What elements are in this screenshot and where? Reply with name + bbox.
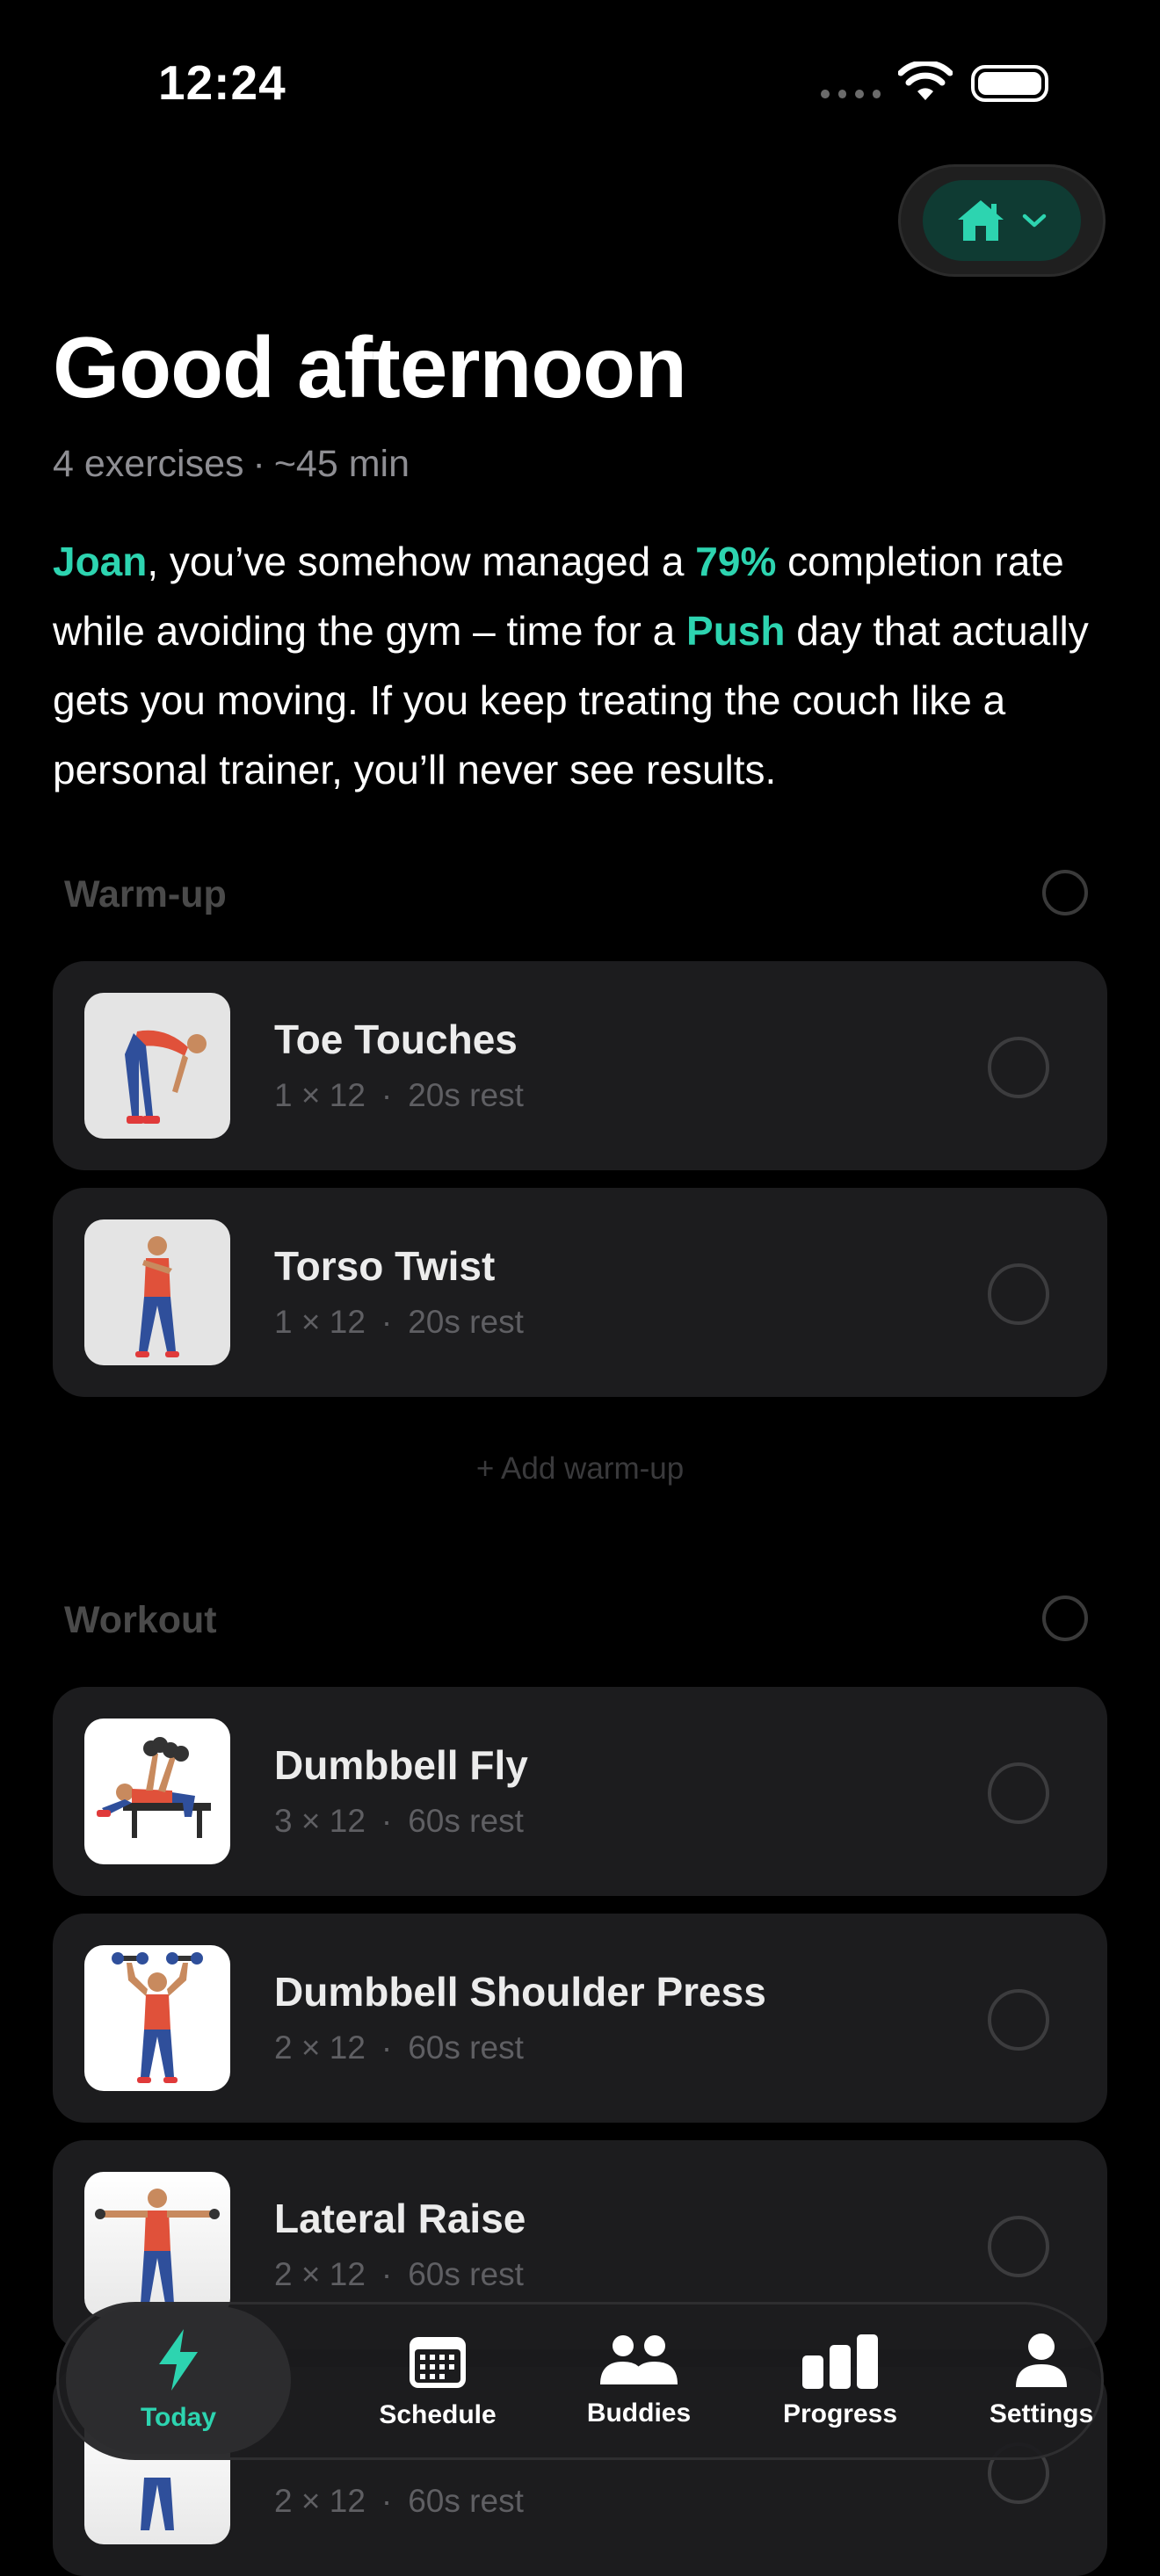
tab-label: Settings bbox=[989, 2399, 1094, 2428]
chevron-down-icon bbox=[1022, 213, 1047, 228]
exercise-name: Lateral Raise bbox=[274, 2196, 526, 2241]
exercise-card-dumbbell-shoulder-press[interactable]: Dumbbell Shoulder Press 2 × 12 · 60s rest bbox=[53, 1914, 1107, 2123]
people-icon bbox=[600, 2335, 678, 2384]
tab-label: Buddies bbox=[586, 2399, 692, 2428]
exercise-thumbnail bbox=[84, 1945, 230, 2091]
workout-complete-toggle[interactable] bbox=[1042, 1596, 1088, 1641]
tab-buddies[interactable]: Buddies bbox=[538, 2305, 740, 2457]
warmup-section-title: Warm-up bbox=[64, 873, 227, 915]
workout-section-title: Workout bbox=[64, 1599, 217, 1641]
detail-separator: · bbox=[381, 1803, 393, 1839]
exercise-rest: 60s rest bbox=[408, 1803, 524, 1839]
completion-rate: 79% bbox=[695, 539, 777, 584]
person-icon bbox=[1016, 2334, 1067, 2387]
signal-icon bbox=[821, 90, 881, 102]
user-name: Joan bbox=[53, 539, 148, 584]
exercise-sets: 2 × 12 bbox=[274, 2256, 366, 2292]
bar-chart-icon bbox=[802, 2334, 878, 2389]
detail-separator: · bbox=[381, 1077, 393, 1113]
tab-label: Today bbox=[140, 2403, 217, 2432]
tab-label: Schedule bbox=[379, 2400, 497, 2429]
exercise-name: Torso Twist bbox=[274, 1243, 496, 1289]
exercise-complete-checkbox[interactable] bbox=[988, 1037, 1049, 1098]
exercise-complete-checkbox[interactable] bbox=[988, 2216, 1049, 2277]
location-switcher-button[interactable] bbox=[898, 164, 1106, 277]
exercise-complete-checkbox[interactable] bbox=[988, 1762, 1049, 1824]
exercise-complete-checkbox[interactable] bbox=[988, 1989, 1049, 2051]
dumbbell-fly-illustration bbox=[97, 1737, 211, 1838]
exercise-name: Toe Touches bbox=[274, 1017, 518, 1062]
detail-separator: · bbox=[381, 2256, 393, 2292]
tab-label: Progress bbox=[782, 2399, 898, 2428]
summary-separator: · bbox=[252, 443, 265, 485]
exercise-count: 4 exercises bbox=[53, 443, 244, 485]
exercise-thumbnail bbox=[84, 1219, 230, 1365]
detail-separator: · bbox=[381, 2030, 393, 2066]
workout-summary: 4 exercises · ~45 min bbox=[53, 443, 410, 486]
toe-touches-illustration bbox=[125, 1030, 207, 1124]
tab-bar: Today Schedule Buddies Progress Settings bbox=[56, 2302, 1104, 2460]
exercise-name: Dumbbell Fly bbox=[274, 1742, 528, 1788]
exercise-sets: 1 × 12 bbox=[274, 1077, 366, 1113]
exercise-thumbnail bbox=[84, 1719, 230, 1864]
exercise-rest: 60s rest bbox=[408, 2483, 524, 2519]
detail-separator: · bbox=[381, 1304, 393, 1340]
exercise-sets: 1 × 12 bbox=[274, 1304, 366, 1340]
page-title: Good afternoon bbox=[53, 319, 687, 416]
calendar-icon bbox=[410, 2337, 466, 2388]
lateral-raise-illustration bbox=[95, 2189, 220, 2304]
exercise-rest: 60s rest bbox=[408, 2030, 524, 2066]
status-time: 12:24 bbox=[158, 55, 286, 110]
exercise-detail: 3 × 12 · 60s rest bbox=[274, 1803, 524, 1840]
exercise-complete-checkbox[interactable] bbox=[988, 1263, 1049, 1325]
tab-settings[interactable]: Settings bbox=[940, 2305, 1142, 2457]
exercise-sets: 2 × 12 bbox=[274, 2483, 366, 2519]
exercise-thumbnail bbox=[84, 2172, 230, 2318]
tab-progress[interactable]: Progress bbox=[739, 2305, 941, 2457]
exercise-rest: 20s rest bbox=[408, 1304, 524, 1340]
exercise-name: Dumbbell Shoulder Press bbox=[274, 1969, 766, 2015]
exercise-detail: 1 × 12 · 20s rest bbox=[274, 1304, 524, 1341]
home-icon bbox=[958, 200, 1004, 241]
motivation-text-1: , you’ve somehow managed a bbox=[147, 539, 696, 584]
exercise-detail: 2 × 12 · 60s rest bbox=[274, 2256, 524, 2293]
exercise-detail: 2 × 12 · 60s rest bbox=[274, 2030, 524, 2066]
tab-today[interactable]: Today bbox=[66, 2306, 291, 2454]
exercise-detail: 2 × 12 · 60s rest bbox=[274, 2483, 524, 2520]
exercise-sets: 3 × 12 bbox=[274, 1803, 366, 1839]
exercise-detail: 1 × 12 · 20s rest bbox=[274, 1077, 524, 1114]
motivation-message: Joan, you’ve somehow managed a 79% compl… bbox=[53, 527, 1107, 805]
exercise-rest: 60s rest bbox=[408, 2256, 524, 2292]
exercise-card-torso-twist[interactable]: Torso Twist 1 × 12 · 20s rest bbox=[53, 1188, 1107, 1397]
add-warmup-button[interactable]: + Add warm-up bbox=[0, 1451, 1160, 1487]
shoulder-press-illustration bbox=[112, 1952, 203, 2083]
bolt-icon bbox=[159, 2329, 198, 2391]
exercise-thumbnail bbox=[84, 993, 230, 1139]
battery-icon bbox=[971, 65, 1048, 102]
exercise-rest: 20s rest bbox=[408, 1077, 524, 1113]
exercise-card-dumbbell-fly[interactable]: Dumbbell Fly 3 × 12 · 60s rest bbox=[53, 1687, 1107, 1896]
detail-separator: · bbox=[381, 2483, 393, 2519]
wifi-icon bbox=[898, 62, 953, 100]
tab-schedule[interactable]: Schedule bbox=[337, 2305, 539, 2457]
workout-duration: ~45 min bbox=[273, 443, 410, 485]
warmup-complete-toggle[interactable] bbox=[1042, 870, 1088, 915]
exercise-card-toe-touches[interactable]: Toe Touches 1 × 12 · 20s rest bbox=[53, 961, 1107, 1170]
workout-day-type: Push bbox=[686, 608, 786, 654]
torso-twist-illustration bbox=[135, 1236, 179, 1357]
exercise-sets: 2 × 12 bbox=[274, 2030, 366, 2066]
